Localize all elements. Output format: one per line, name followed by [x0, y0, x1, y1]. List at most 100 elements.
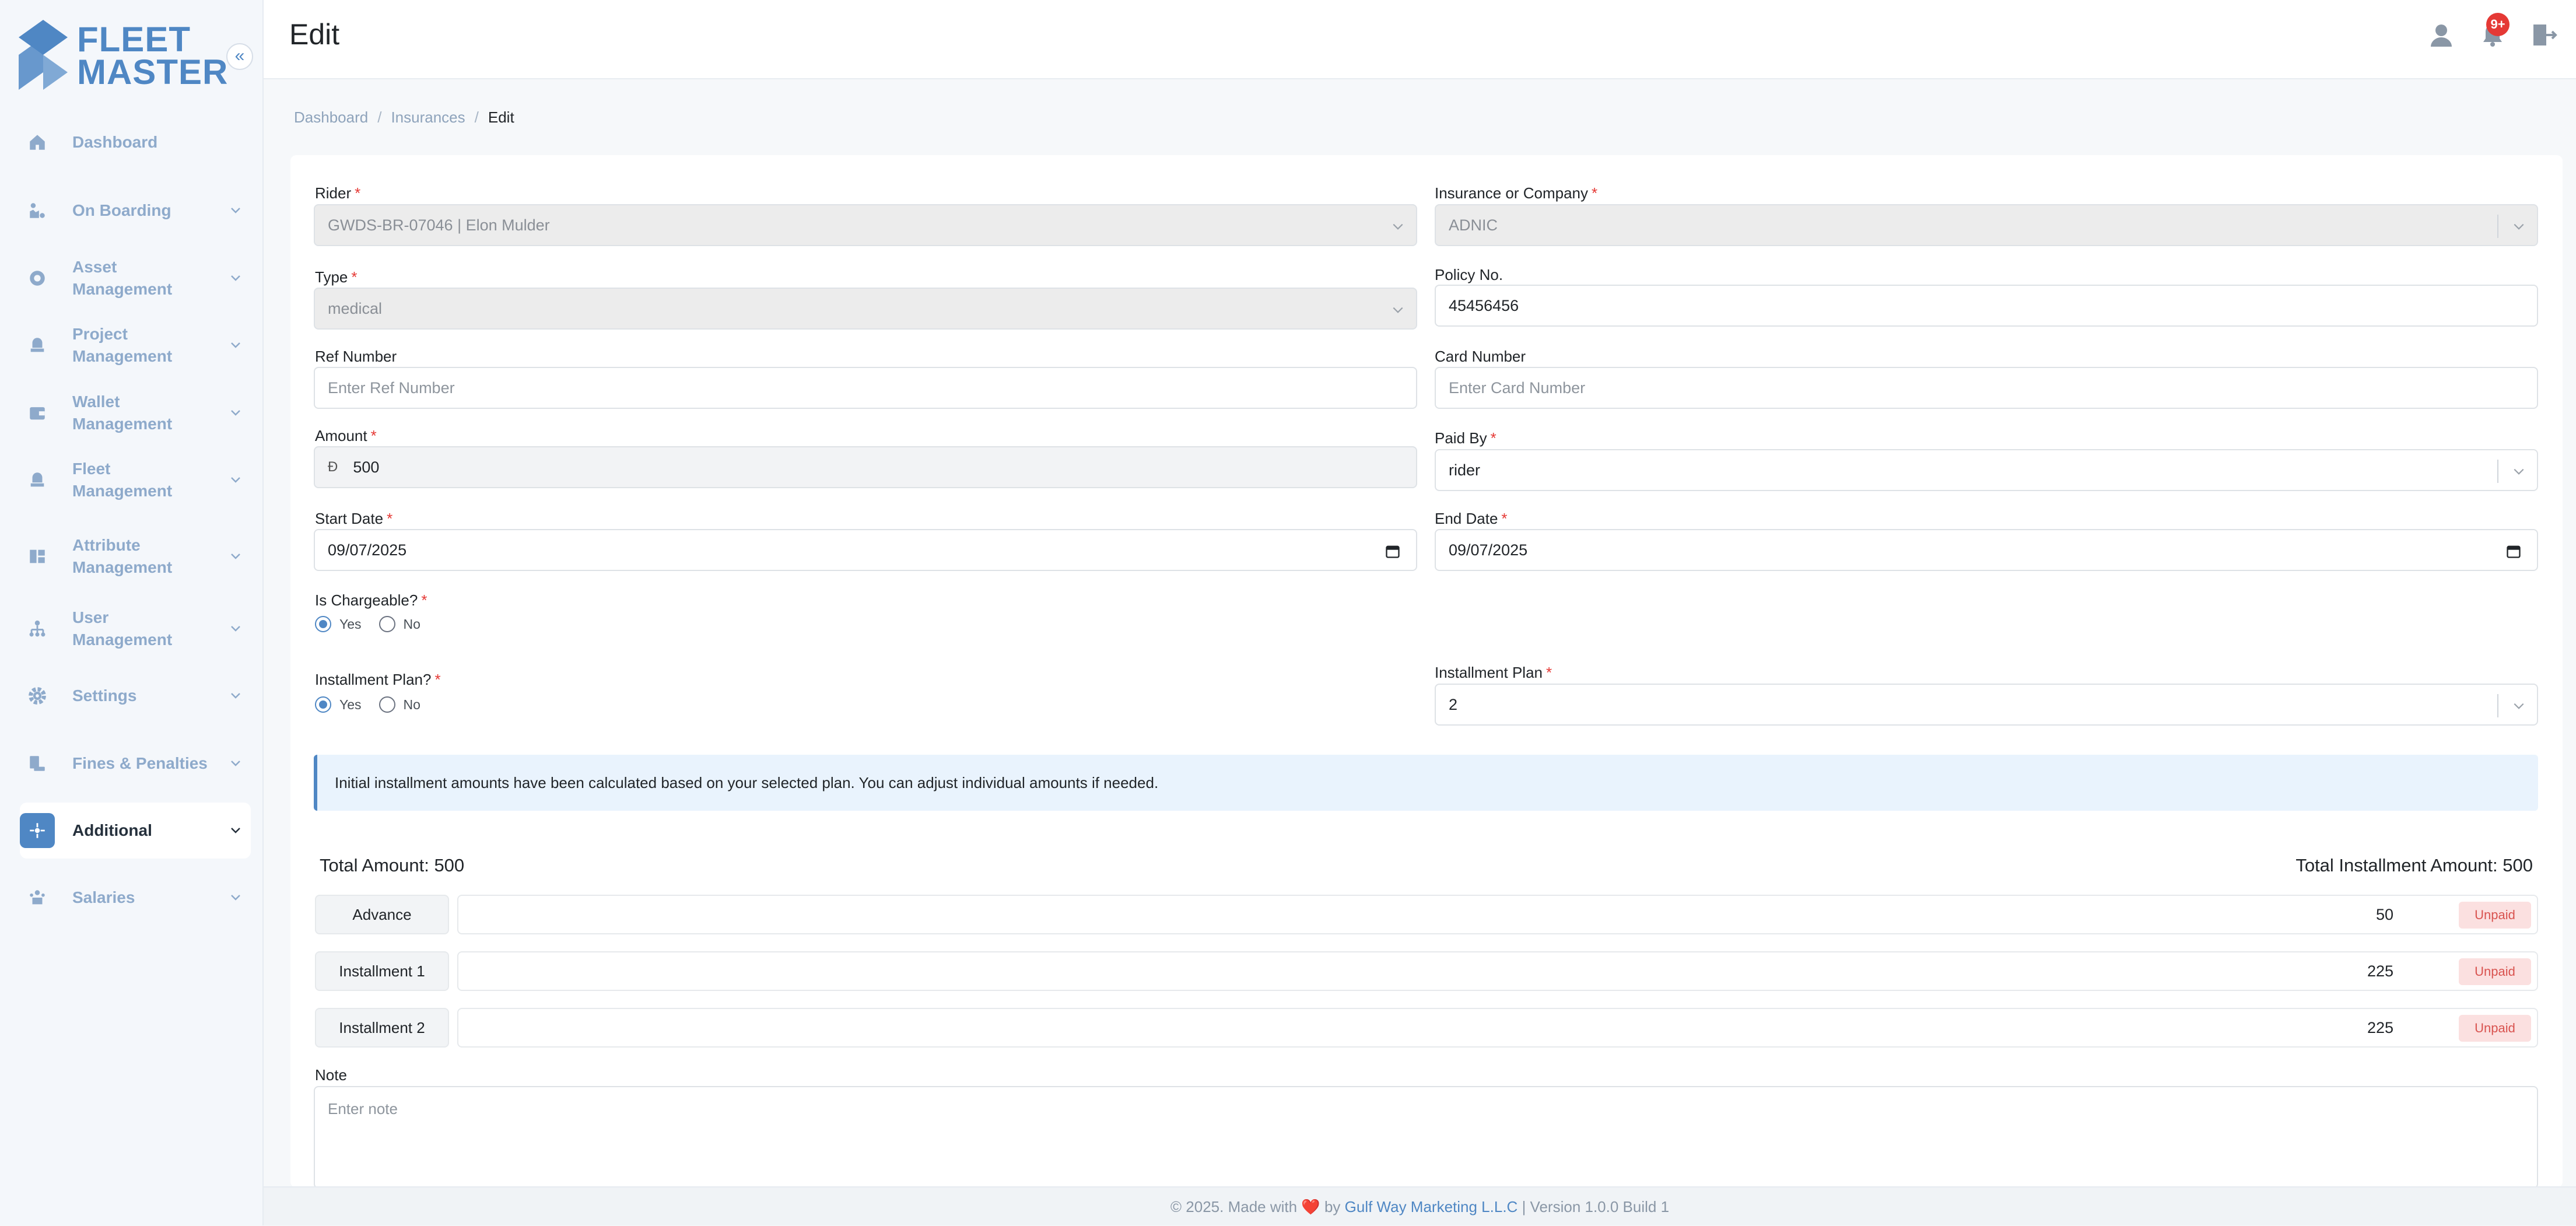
type-label: Type *	[315, 268, 358, 286]
status-badge: Unpaid	[2459, 958, 2531, 985]
type-select[interactable]: medical	[314, 288, 1417, 330]
policy-input[interactable]: 45456456	[1435, 285, 2538, 327]
installment-plan-label: Installment Plan *	[1435, 664, 1552, 681]
installment-no-label[interactable]: No	[404, 697, 420, 713]
sidebar-item-label: User Management	[72, 608, 173, 649]
sidebar-item-on-boarding[interactable]: On Boarding	[20, 183, 251, 239]
brand-name: FLEET MASTER	[77, 22, 229, 92]
type-value: medical	[328, 299, 383, 317]
brand-line2: MASTER	[77, 52, 229, 92]
installment-yes-label[interactable]: Yes	[339, 697, 362, 713]
installment-plan-question-label: Installment Plan? *	[315, 671, 441, 688]
sidebar-item-label: Project Management	[72, 325, 173, 365]
notification-badge: 9+	[2486, 13, 2510, 36]
start-date-value: 09/07/2025	[328, 541, 407, 559]
installment-label-advance: Advance	[315, 895, 449, 934]
chargeable-radio-group: Yes No	[315, 616, 438, 632]
gear-icon	[20, 678, 55, 713]
installment-amount-input[interactable]: 225 Unpaid	[457, 1008, 2538, 1048]
wallet-icon	[20, 395, 55, 430]
paid-by-label: Paid By *	[1435, 429, 1496, 447]
footer-prefix: © 2025. Made with	[1170, 1198, 1298, 1216]
company-select[interactable]: ADNIC	[1435, 204, 2538, 246]
calendar-icon[interactable]	[1385, 543, 1401, 559]
sidebar-item-label: Fleet Management	[72, 460, 173, 500]
chevron-down-icon	[231, 895, 240, 901]
logo-mark-icon	[19, 20, 68, 90]
home-icon	[20, 125, 55, 160]
installment-amount-input[interactable]: 50 Unpaid	[457, 895, 2538, 934]
breadcrumb-current: Edit	[488, 108, 514, 126]
installment-yes-radio[interactable]	[315, 696, 331, 713]
installment-plan-radio-group: Yes No	[315, 696, 438, 713]
sidebar-item-fleet-management[interactable]: Fleet Management	[20, 452, 251, 508]
brand-logo[interactable]: FLEET MASTER	[19, 20, 227, 90]
paid-by-select[interactable]: rider	[1435, 449, 2538, 491]
sidebar-item-attribute-management[interactable]: Attribute Management	[20, 528, 251, 584]
top-header: Edit 9+	[264, 0, 2576, 79]
logout-icon[interactable]	[2530, 21, 2558, 49]
chargeable-yes-label[interactable]: Yes	[339, 616, 362, 632]
chevron-down-icon	[2514, 703, 2524, 709]
heart-icon: ❤️	[1301, 1198, 1320, 1216]
chevron-down-icon	[2514, 468, 2524, 475]
sidebar-item-user-management[interactable]: User Management	[20, 601, 251, 657]
collapse-sidebar-button[interactable]: «	[226, 43, 253, 70]
amount-value: 500	[353, 458, 380, 476]
rider-value: GWDS-BR-07046 | Elon Mulder	[328, 216, 550, 234]
fleet-icon	[20, 463, 55, 498]
breadcrumb-dashboard[interactable]: Dashboard	[294, 108, 368, 127]
status-badge: Unpaid	[2459, 902, 2531, 929]
note-textarea[interactable]: Enter note	[314, 1086, 2538, 1189]
amount-input[interactable]: Đ 500	[314, 446, 1417, 488]
card-number-input[interactable]: Enter Card Number	[1435, 367, 2538, 409]
installment-amount-input[interactable]: 225 Unpaid	[457, 951, 2538, 991]
ref-number-input[interactable]: Enter Ref Number	[314, 367, 1417, 409]
footer-version: | Version 1.0.0 Build 1	[1522, 1198, 1670, 1216]
chargeable-no-radio[interactable]	[378, 616, 395, 632]
chargeable-no-label[interactable]: No	[404, 616, 420, 632]
breadcrumb-insurances[interactable]: Insurances	[391, 108, 465, 127]
company-label: Insurance or Company *	[1435, 184, 1598, 202]
sidebar-item-label: Attribute Management	[72, 536, 173, 576]
sidebar-item-fines-penalties[interactable]: Fines & Penalties	[20, 735, 251, 791]
rider-select[interactable]: GWDS-BR-07046 | Elon Mulder	[314, 204, 1417, 246]
sidebar-item-wallet-management[interactable]: Wallet Management	[20, 385, 251, 441]
installment-label-1: Installment 1	[315, 951, 449, 991]
calendar-icon[interactable]	[2505, 543, 2522, 559]
sidebar-item-asset-management[interactable]: Asset Management	[20, 250, 251, 306]
sidebar-item-label: Wallet Management	[72, 393, 173, 433]
installment-amount-value: 225	[2367, 1019, 2393, 1036]
breadcrumb-separator: /	[377, 108, 382, 126]
chevron-down-icon	[231, 275, 240, 281]
sidebar-item-additional[interactable]: Additional	[20, 803, 251, 859]
sidebar-item-settings[interactable]: Settings	[20, 668, 251, 724]
attribute-icon	[20, 539, 55, 574]
users-icon	[20, 611, 55, 646]
sidebar-item-project-management[interactable]: Project Management	[20, 317, 251, 373]
end-date-input[interactable]: 09/07/2025	[1435, 529, 2538, 571]
installment-plan-select[interactable]: 2	[1435, 684, 2538, 726]
sidebar-item-salaries[interactable]: Salaries	[20, 870, 251, 926]
chevron-down-icon	[231, 208, 240, 213]
sidebar-item-label: Dashboard	[72, 133, 158, 151]
sidebar-item-label: Asset Management	[72, 258, 173, 298]
installment-plan-value: 2	[1449, 695, 1458, 713]
footer-company-link[interactable]: Gulf Way Marketing L.L.C	[1345, 1198, 1518, 1216]
sidebar-item-label: Fines & Penalties	[72, 754, 208, 772]
chevron-down-icon	[231, 626, 240, 632]
paid-by-value: rider	[1449, 461, 1481, 479]
start-date-input[interactable]: 09/07/2025	[314, 529, 1417, 571]
installment-amount-value: 225	[2367, 962, 2393, 980]
chevron-down-icon	[1393, 223, 1403, 230]
sidebar-item-dashboard[interactable]: Dashboard	[20, 114, 251, 170]
amount-label: Amount *	[315, 427, 377, 444]
fines-icon	[20, 746, 55, 781]
user-icon[interactable]	[2427, 21, 2455, 49]
chargeable-yes-radio[interactable]	[315, 616, 331, 632]
installment-no-radio[interactable]	[378, 696, 395, 713]
sidebar-item-label: Salaries	[72, 888, 135, 906]
rider-label: Rider *	[315, 184, 361, 202]
chevron-down-icon	[231, 554, 240, 559]
salaries-icon	[20, 880, 55, 915]
